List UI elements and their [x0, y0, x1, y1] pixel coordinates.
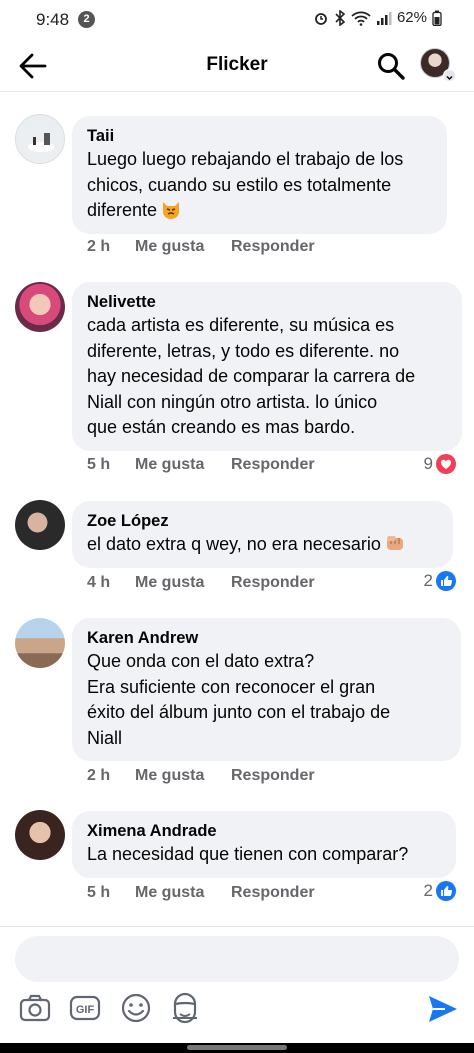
comment-text-content: Luego luego rebajando el trabajo de los … — [87, 149, 404, 220]
comment-timestamp: 4 h — [87, 574, 111, 591]
comment-actions: 5 h Me gusta Responder — [87, 456, 315, 474]
comment-text: Que onda con el dato extra? Era suficien… — [87, 651, 391, 748]
comment-actions: 2 h Me gusta Responder — [87, 238, 315, 256]
like-reaction-icon — [436, 881, 456, 901]
like-button[interactable]: Me gusta — [135, 884, 231, 902]
reaction-summary[interactable]: 9 — [424, 454, 456, 474]
like-button[interactable]: Me gusta — [135, 238, 231, 256]
comment-bubble[interactable]: Zoe López el dato extra q wey, no era ne… — [72, 501, 453, 568]
reply-button[interactable]: Responder — [231, 238, 315, 256]
reaction-count: 2 — [423, 881, 433, 900]
comment-text: cada artista es diferente, su música es … — [87, 315, 416, 437]
avatar[interactable] — [15, 810, 65, 860]
camera-icon — [19, 994, 51, 1022]
comment-author[interactable]: Zoe López — [87, 510, 439, 532]
reply-button[interactable]: Responder — [231, 456, 315, 474]
gif-button[interactable]: GIF — [67, 990, 103, 1026]
reply-button[interactable]: Responder — [231, 884, 315, 902]
like-button[interactable]: Me gusta — [135, 767, 231, 785]
comment-text-content: el dato extra q wey, no era necesario — [87, 534, 381, 554]
battery-icon — [432, 10, 442, 26]
reaction-count: 9 — [423, 454, 433, 473]
comment-timestamp: 2 h — [87, 238, 111, 255]
comment-author[interactable]: Ximena Andrade — [87, 820, 442, 842]
send-icon — [429, 996, 457, 1022]
sticker-icon — [121, 993, 151, 1023]
reply-button[interactable]: Responder — [231, 574, 315, 592]
svg-text:GIF: GIF — [76, 1004, 95, 1016]
like-reaction-icon — [436, 571, 456, 591]
send-button[interactable] — [426, 992, 460, 1026]
comment-bubble[interactable]: Taii Luego luego rebajando el trabajo de… — [72, 116, 447, 234]
reaction-count: 2 — [423, 571, 433, 590]
comment-text: La necesidad que tienen con comparar? — [87, 844, 409, 864]
notification-count-badge: 2 — [78, 11, 95, 28]
search-button[interactable] — [376, 51, 406, 81]
love-reaction-icon — [436, 454, 456, 474]
comment-text: Luego luego rebajando el trabajo de los … — [87, 147, 433, 224]
comment-author[interactable]: Taii — [87, 125, 433, 147]
comment-author[interactable]: Nelivette — [87, 291, 448, 313]
avatar-sticker-button[interactable] — [167, 990, 203, 1026]
status-icons: 62% — [313, 9, 442, 26]
gif-icon: GIF — [69, 995, 101, 1021]
comment-bubble[interactable]: Karen Andrew Que onda con el dato extra?… — [72, 618, 461, 761]
avatar-sticker-icon — [173, 992, 197, 1024]
fist-emoji-icon — [386, 536, 403, 550]
comment-bubble[interactable]: Nelivette cada artista es diferente, su … — [72, 282, 462, 451]
search-icon — [378, 53, 405, 80]
alarm-icon — [315, 12, 327, 25]
avatar[interactable] — [15, 500, 65, 550]
back-button[interactable] — [18, 52, 50, 80]
signal-icon — [376, 11, 392, 25]
top-app-bar: Flicker — [0, 40, 474, 92]
comment-actions: 2 h Me gusta Responder — [87, 767, 315, 785]
home-gesture-handle[interactable] — [187, 1045, 287, 1050]
avatar[interactable] — [15, 618, 65, 668]
bluetooth-icon — [335, 9, 346, 26]
avatar[interactable] — [15, 282, 65, 332]
pouting-cat-emoji-icon — [163, 202, 180, 219]
wifi-icon — [351, 11, 371, 26]
like-button[interactable]: Me gusta — [135, 456, 231, 474]
back-arrow-icon — [19, 53, 47, 79]
comment-actions: 5 h Me gusta Responder — [87, 884, 315, 902]
status-bar: 9:48 2 62% — [0, 0, 474, 40]
comment-timestamp: 5 h — [87, 456, 111, 473]
comment-actions: 4 h Me gusta Responder — [87, 574, 315, 592]
battery-percent: 62% — [396, 9, 427, 26]
comment-author[interactable]: Karen Andrew — [87, 627, 447, 649]
comment-text: el dato extra q wey, no era necesario — [87, 532, 439, 558]
divider — [0, 926, 474, 927]
status-time: 9:48 — [36, 10, 70, 29]
sticker-button[interactable] — [118, 990, 154, 1026]
camera-button[interactable] — [17, 990, 53, 1026]
reaction-summary[interactable]: 2 — [424, 881, 456, 901]
comment-input[interactable] — [15, 936, 459, 982]
like-button[interactable]: Me gusta — [135, 574, 231, 592]
comment-bubble[interactable]: Ximena Andrade La necesidad que tienen c… — [72, 811, 456, 878]
reaction-summary[interactable]: 2 — [424, 571, 456, 591]
profile-menu-button[interactable] — [420, 48, 456, 82]
avatar[interactable] — [15, 114, 65, 164]
comment-timestamp: 5 h — [87, 884, 111, 901]
reply-button[interactable]: Responder — [231, 767, 315, 785]
chevron-down-icon — [443, 69, 456, 82]
comment-timestamp: 2 h — [87, 767, 111, 784]
